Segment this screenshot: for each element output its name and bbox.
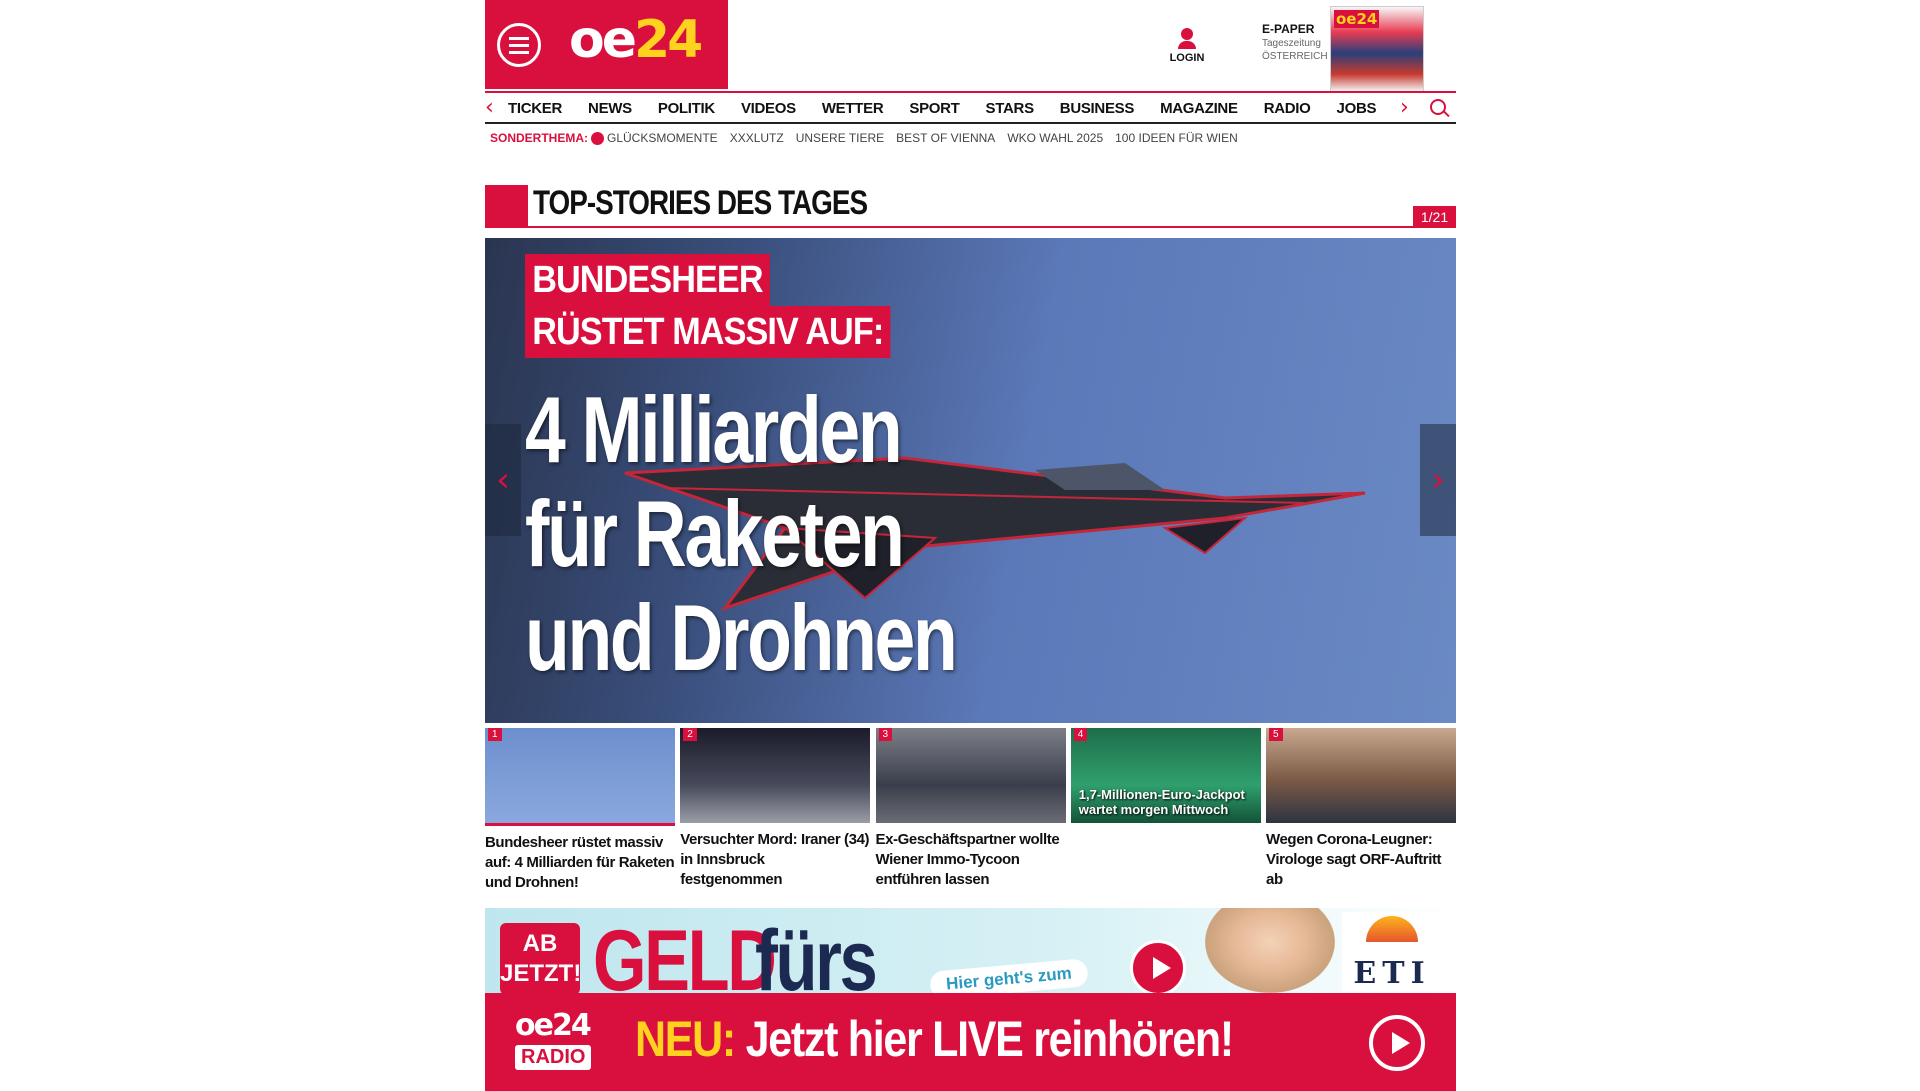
- radio-badge: RADIO: [515, 1045, 592, 1070]
- heart-icon: [591, 131, 604, 145]
- epaper-cover-image[interactable]: oe24: [1330, 6, 1424, 92]
- nav-item-stars[interactable]: STARS: [986, 100, 1035, 117]
- epaper-subtitle-2: ÖSTERREICH: [1262, 51, 1328, 62]
- radio-logo-text: oe24: [515, 1008, 592, 1043]
- nav-item-jobs[interactable]: JOBS: [1337, 100, 1377, 117]
- page: oe24 LOGIN E-PAPER Tageszeitung ÖSTERREI…: [0, 0, 1920, 1091]
- nav-scroll-left-icon[interactable]: ‹: [485, 95, 494, 120]
- eti-sun-icon: [1366, 916, 1418, 942]
- story-thumbnail-image[interactable]: 4 1,7-Millionen-Euro-Jackpot wartet morge…: [1070, 728, 1261, 823]
- logo-text: oe: [569, 10, 637, 70]
- hero-kicker-line-2: RÜSTET MASSIV AUF:: [525, 306, 891, 358]
- story-number-badge: 1: [488, 728, 502, 741]
- radio-headline: NEU: Jetzt hier LIVE reinhören!: [635, 1010, 1235, 1068]
- nav-item-politik[interactable]: POLITIK: [658, 100, 715, 117]
- site-logo[interactable]: oe24: [569, 10, 703, 70]
- slide-counter: 1/21: [1413, 206, 1456, 228]
- story-thumbnail-image[interactable]: 1: [485, 728, 675, 826]
- story-overlay-text: 1,7-Millionen-Euro-Jackpot wartet morgen…: [1078, 787, 1245, 817]
- subnav: SONDERTHEMA: GLÜCKSMOMENTE XXXLUTZ UNSERE …: [490, 131, 1250, 145]
- hero-kicker: BUNDESHEER RÜSTET MASSIV AUF:: [525, 254, 931, 358]
- login-button[interactable]: LOGIN: [1163, 28, 1211, 64]
- epaper-cover-logo: oe24: [1334, 10, 1380, 28]
- nav-list: TICKER NEWS POLITIK VIDEOS WETTER SPORT STARS B…: [508, 100, 1402, 117]
- story-card[interactable]: 3 Ex-Geschäftspartner wollte Wiener Immo-…: [875, 728, 1066, 893]
- search-icon[interactable]: [1430, 99, 1446, 115]
- nav-item-news[interactable]: NEWS: [588, 100, 632, 117]
- ad-person-image: [1205, 908, 1335, 993]
- eti-logo-text: ETI: [1353, 956, 1431, 991]
- ad-banner[interactable]: AB JETZT! GELD fürs Hier geht's zum ETI: [485, 908, 1456, 993]
- story-number-badge: 5: [1269, 728, 1283, 741]
- epaper-subtitle: Tageszeitung: [1262, 38, 1321, 49]
- hero-headline-line-3: und Drohnen: [525, 585, 958, 690]
- story-number-badge: 3: [878, 728, 893, 741]
- ad-ab-jetzt-badge: AB JETZT!: [500, 923, 581, 993]
- nav-item-business[interactable]: BUSINESS: [1060, 100, 1135, 117]
- story-caption[interactable]: Versuchter Mord: Iraner (34) in Innsbruc…: [680, 830, 870, 890]
- story-card[interactable]: 1 Bundesheer rüstet massiv auf: 4 Milliar…: [485, 728, 675, 893]
- hero-slide[interactable]: BUNDESHEER RÜSTET MASSIV AUF: 4 Milliard…: [485, 238, 1456, 723]
- story-thumbnail-image[interactable]: 3: [875, 728, 1066, 823]
- nav-scroll-right-icon[interactable]: ›: [1400, 95, 1409, 120]
- radio-live-bar[interactable]: oe24 RADIO NEU: Jetzt hier LIVE reinhöre…: [485, 993, 1456, 1091]
- section-divider: [528, 226, 1413, 228]
- story-number-badge: 4: [1073, 728, 1088, 741]
- subnav-item[interactable]: GLÜCKSMOMENTE: [607, 131, 718, 145]
- subnav-item[interactable]: XXXLUTZ: [730, 131, 784, 145]
- nav-item-sport[interactable]: SPORT: [909, 100, 959, 117]
- eti-logo: ETI: [1342, 912, 1442, 992]
- hero-headline: 4 Milliarden für Raketen und Drohnen: [525, 377, 958, 690]
- main-nav: ‹ TICKER NEWS POLITIK VIDEOS WETTER SPORT STAR…: [485, 91, 1456, 124]
- subnav-item[interactable]: WKO WAHL 2025: [1007, 131, 1103, 145]
- user-icon: [1181, 28, 1193, 40]
- ad-geld-text: GELD: [593, 913, 777, 993]
- hero-prev-arrow-icon[interactable]: ‹: [485, 424, 521, 536]
- ad-play-icon[interactable]: [1130, 940, 1186, 993]
- ad-furs-text: fürs: [755, 913, 878, 993]
- nav-item-wetter[interactable]: WETTER: [822, 100, 884, 117]
- story-card[interactable]: 5 Wegen Corona-Leugner: Virologe sagt ORF…: [1266, 728, 1456, 893]
- story-card[interactable]: 2 Versuchter Mord: Iraner (34) in Innsbru…: [680, 728, 871, 893]
- story-thumbnail-image[interactable]: 2: [680, 728, 871, 823]
- subnav-item[interactable]: BEST OF VIENNA: [896, 131, 995, 145]
- story-caption[interactable]: Wegen Corona-Leugner: Virologe sagt ORF-…: [1266, 830, 1456, 890]
- story-thumbnail-image[interactable]: 5: [1266, 728, 1456, 823]
- story-caption[interactable]: Bundesheer rüstet massiv auf: 4 Milliard…: [485, 833, 675, 893]
- radio-logo: oe24 RADIO: [515, 1008, 605, 1078]
- subnav-lead: SONDERTHEMA:: [490, 131, 588, 145]
- hamburger-menu-icon[interactable]: [497, 23, 541, 67]
- ad-cta-pill: Hier geht's zum: [929, 958, 1089, 993]
- hero-headline-line-2: für Raketen: [525, 481, 905, 586]
- header-logo-area: oe24: [485, 0, 728, 89]
- story-card[interactable]: 4 1,7-Millionen-Euro-Jackpot wartet morge…: [1070, 728, 1261, 893]
- nav-item-radio[interactable]: RADIO: [1264, 100, 1311, 117]
- story-thumbnails: 1 Bundesheer rüstet massiv auf: 4 Milliar…: [485, 728, 1456, 893]
- radio-headline-text: Jetzt hier LIVE reinhören!: [734, 1011, 1235, 1067]
- story-number-badge: 2: [683, 728, 697, 741]
- user-icon-body: [1178, 41, 1196, 49]
- nav-item-videos[interactable]: VIDEOS: [741, 100, 796, 117]
- section-title: TOP-STORIES DES TAGES: [533, 184, 868, 222]
- section-marker: [485, 185, 528, 228]
- subnav-item[interactable]: UNSERE TIERE: [796, 131, 884, 145]
- story-caption[interactable]: Ex-Geschäftspartner wollte Wiener Immo-T…: [876, 830, 1066, 890]
- nav-item-magazine[interactable]: MAGAZINE: [1160, 100, 1238, 117]
- radio-neu-label: NEU:: [635, 1011, 736, 1067]
- epaper-link[interactable]: E-PAPER Tageszeitung ÖSTERREICH: [1262, 22, 1328, 62]
- hero-kicker-line-1: BUNDESHEER: [525, 254, 770, 306]
- logo-number: 24: [634, 10, 703, 70]
- hero-next-arrow-icon[interactable]: ›: [1420, 424, 1456, 536]
- nav-item-ticker[interactable]: TICKER: [508, 100, 562, 117]
- subnav-item[interactable]: 100 IDEEN FÜR WIEN: [1115, 131, 1238, 145]
- login-label: LOGIN: [1169, 52, 1205, 64]
- epaper-title: E-PAPER: [1262, 22, 1315, 36]
- hero-headline-line-1: 4 Milliarden: [525, 377, 903, 482]
- radio-play-icon[interactable]: [1369, 1015, 1425, 1071]
